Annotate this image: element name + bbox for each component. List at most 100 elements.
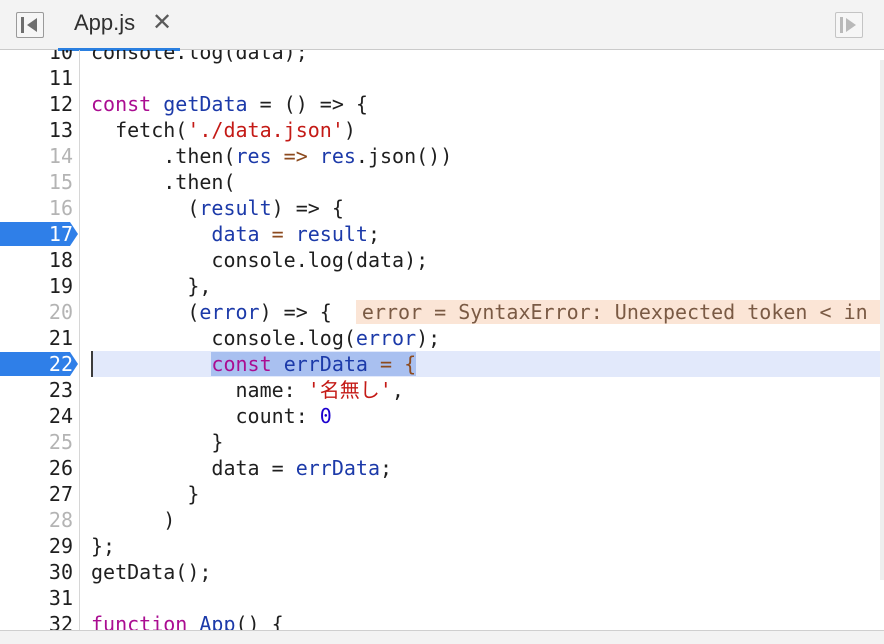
- code-text: };: [91, 534, 116, 558]
- line-gutter[interactable]: 18: [0, 247, 80, 273]
- code-line-current-breakpoint[interactable]: 22 const errData = {: [0, 351, 884, 377]
- code-line[interactable]: 26 data = errData;: [0, 455, 884, 481]
- code-text: console.log(data);: [91, 50, 308, 64]
- code-line[interactable]: 15 .then(: [0, 169, 884, 195]
- code-text: function App() {: [91, 612, 284, 630]
- line-gutter[interactable]: 14: [0, 143, 80, 169]
- line-number: 28: [48, 508, 73, 532]
- tab-label: App.js: [74, 10, 136, 35]
- code-line[interactable]: 32 function App() {: [0, 611, 884, 630]
- code-line[interactable]: 24 count: 0: [0, 403, 884, 429]
- code-line[interactable]: 21 console.log(error);: [0, 325, 884, 351]
- line-number: 14: [48, 144, 73, 168]
- code-line-breakpoint[interactable]: 17 data = result;: [0, 221, 884, 247]
- code-text: }: [91, 430, 224, 454]
- line-gutter[interactable]: 10: [0, 50, 80, 65]
- line-number: 27: [48, 482, 73, 506]
- line-gutter[interactable]: 22: [0, 351, 80, 377]
- line-number: 17: [48, 222, 73, 246]
- line-number: 20: [48, 300, 73, 324]
- code-text: getData();: [91, 560, 212, 584]
- line-gutter[interactable]: 17: [0, 221, 80, 247]
- code-editor[interactable]: 10 console.log(data); 11 12 const getDat…: [0, 50, 884, 630]
- code-line[interactable]: 27 }: [0, 481, 884, 507]
- vertical-scrollbar[interactable]: [880, 60, 884, 580]
- toggle-debugger-icon: [840, 17, 843, 33]
- code-line[interactable]: 28 ): [0, 507, 884, 533]
- line-gutter[interactable]: 12: [0, 91, 80, 117]
- code-text: ): [91, 508, 176, 532]
- code-line[interactable]: 13 fetch('./data.json'): [0, 117, 884, 143]
- line-number: 21: [48, 326, 73, 350]
- code-line[interactable]: 12 const getData = () => {: [0, 91, 884, 117]
- toggle-navigator-button[interactable]: [16, 12, 44, 38]
- code-text: (result) => {: [91, 196, 344, 220]
- editor-status-bar: [0, 630, 884, 644]
- line-gutter[interactable]: 19: [0, 273, 80, 299]
- line-number: 16: [48, 196, 73, 220]
- line-gutter[interactable]: 24: [0, 403, 80, 429]
- code-line[interactable]: 14 .then(res => res.json()): [0, 143, 884, 169]
- code-text: const errData = {: [91, 351, 884, 377]
- line-gutter[interactable]: 32: [0, 611, 80, 630]
- code-text: count: 0: [91, 404, 332, 428]
- code-text: }: [91, 482, 200, 506]
- code-line[interactable]: 23 name: '名無し',: [0, 377, 884, 403]
- line-gutter[interactable]: 31: [0, 585, 80, 611]
- line-number: 24: [48, 404, 73, 428]
- tab-app-js[interactable]: App.js ✕: [58, 0, 180, 51]
- code-text: },: [91, 274, 212, 298]
- execution-highlight: const errData = {: [211, 352, 417, 376]
- code-line[interactable]: 19 },: [0, 273, 884, 299]
- code-text: const getData = () => {: [91, 92, 368, 116]
- toggle-navigator-icon: [21, 17, 24, 33]
- line-gutter[interactable]: 20: [0, 299, 80, 325]
- line-number: 31: [48, 586, 73, 610]
- close-tab-icon[interactable]: ✕: [152, 8, 172, 36]
- code-line[interactable]: 11: [0, 65, 884, 91]
- inline-variable-value[interactable]: error = SyntaxError: Unexpected token < …: [355, 300, 884, 324]
- line-number: 15: [48, 170, 73, 194]
- line-gutter[interactable]: 25: [0, 429, 80, 455]
- triangle-left-icon: [27, 18, 37, 32]
- code-text: .then(: [91, 170, 236, 194]
- code-line[interactable]: 31: [0, 585, 884, 611]
- line-gutter[interactable]: 23: [0, 377, 80, 403]
- line-gutter[interactable]: 29: [0, 533, 80, 559]
- line-gutter[interactable]: 30: [0, 559, 80, 585]
- line-gutter[interactable]: 28: [0, 507, 80, 533]
- code-text: fetch('./data.json'): [91, 118, 356, 142]
- line-gutter[interactable]: 15: [0, 169, 80, 195]
- code-line[interactable]: 18 console.log(data);: [0, 247, 884, 273]
- code-line[interactable]: 20 (error) => { error = SyntaxError: Une…: [0, 299, 884, 325]
- code-text: console.log(data);: [91, 248, 429, 272]
- line-gutter[interactable]: 27: [0, 481, 80, 507]
- code-text: (error) => { error = SyntaxError: Unexpe…: [91, 299, 884, 325]
- line-gutter[interactable]: 16: [0, 195, 80, 221]
- code-line[interactable]: 25 }: [0, 429, 884, 455]
- line-number: 26: [48, 456, 73, 480]
- toggle-debugger-button[interactable]: [835, 12, 863, 38]
- code-text: name: '名無し',: [91, 378, 404, 402]
- code-line[interactable]: 30 getData();: [0, 559, 884, 585]
- code-text: .then(res => res.json()): [91, 144, 453, 168]
- line-number: 19: [48, 274, 73, 298]
- line-gutter[interactable]: 11: [0, 65, 80, 91]
- line-number: 12: [48, 92, 73, 116]
- line-gutter[interactable]: 26: [0, 455, 80, 481]
- line-number: 13: [48, 118, 73, 142]
- code-line[interactable]: 16 (result) => {: [0, 195, 884, 221]
- code-lines: 10 console.log(data); 11 12 const getDat…: [0, 50, 884, 630]
- code-text: console.log(error);: [91, 326, 441, 350]
- code-line[interactable]: 29 };: [0, 533, 884, 559]
- code-line[interactable]: 10 console.log(data);: [0, 50, 884, 65]
- line-number: 23: [48, 378, 73, 402]
- editor-tab-bar: App.js ✕: [0, 0, 884, 51]
- line-gutter[interactable]: 13: [0, 117, 80, 143]
- line-number: 22: [48, 352, 73, 376]
- code-text: data = result;: [211, 222, 381, 246]
- line-number: 11: [48, 66, 73, 90]
- line-gutter[interactable]: 21: [0, 325, 80, 351]
